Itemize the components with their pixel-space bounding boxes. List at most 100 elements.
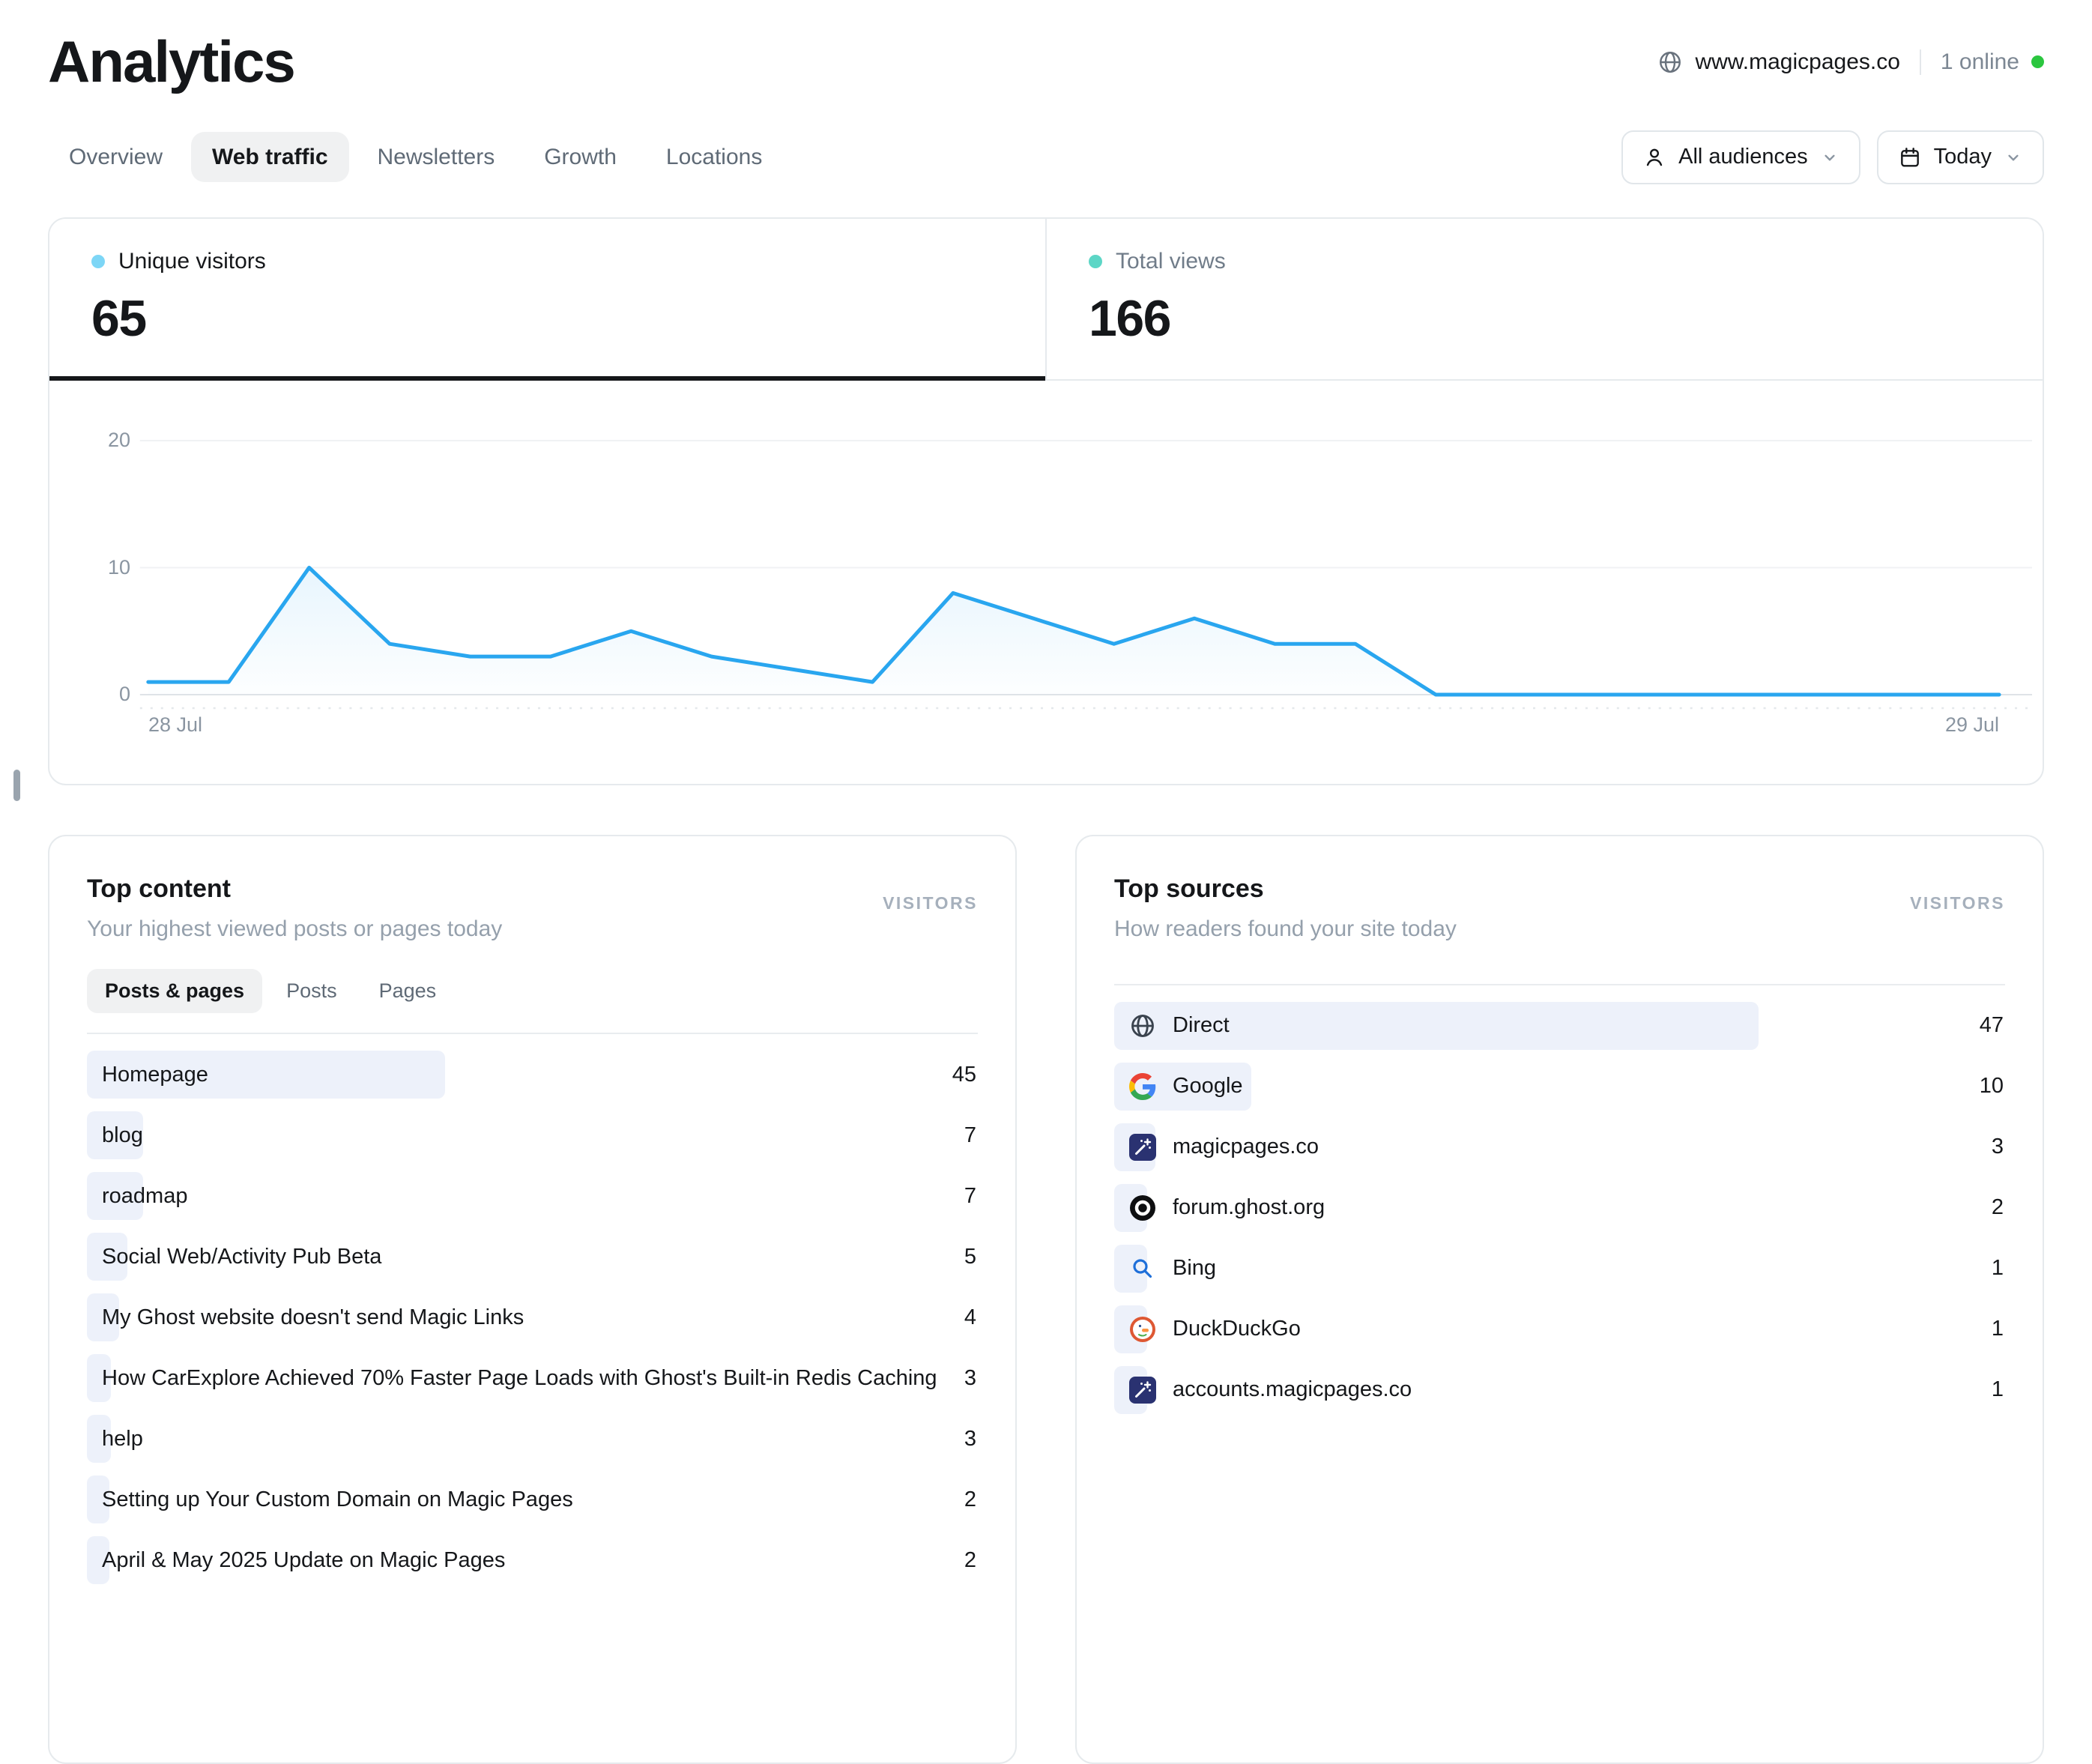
list-item-forum-ghost-org[interactable]: forum.ghost.org2	[1114, 1184, 2005, 1232]
list-item-google[interactable]: Google10	[1114, 1063, 2005, 1111]
card-title: Top sources	[1114, 874, 1457, 904]
list-item-help[interactable]: help3	[87, 1415, 978, 1463]
analytics-page: Analytics www.magicpages.co 1 online Ove…	[0, 0, 2092, 1569]
tab-locations[interactable]: Locations	[645, 132, 783, 182]
row-label: forum.ghost.org	[1114, 1194, 1992, 1221]
card-subtitle: How readers found your site today	[1114, 916, 1457, 942]
card-subtitle: Your highest viewed posts or pages today	[87, 916, 502, 942]
top-sources-header: Top sources How readers found your site …	[1114, 874, 2005, 942]
row-label: My Ghost website doesn't send Magic Link…	[87, 1305, 964, 1330]
list-item-homepage[interactable]: Homepage45	[87, 1051, 978, 1099]
x-axis-label-end: 29 Jul	[1945, 713, 1999, 737]
row-label: accounts.magicpages.co	[1114, 1377, 1992, 1404]
web-traffic-card: Unique visitors 65 Total views 166 20 10 0 …	[48, 217, 2044, 785]
row-label: blog	[87, 1123, 964, 1148]
chevron-down-icon	[1820, 148, 1839, 167]
filters: All audiences Today	[1621, 130, 2044, 184]
list-item-my-ghost-website-doesn-t-send-magic-links[interactable]: My Ghost website doesn't send Magic Link…	[87, 1293, 978, 1341]
visitors-column-header: VISITORS	[1910, 893, 2005, 913]
calendar-icon	[1898, 145, 1922, 169]
list-item-accounts-magicpages-co[interactable]: accounts.magicpages.co1	[1114, 1366, 2005, 1414]
date-filter-label: Today	[1934, 145, 1992, 169]
tab-overview[interactable]: Overview	[48, 132, 184, 182]
traffic-chart: 20 10 0 28 Jul 29 Jul	[49, 381, 2043, 784]
top-sources-list: Direct47 Google10 magicpages.co3 forum.ghos…	[1114, 1002, 2005, 1414]
globe-icon	[1129, 1012, 1156, 1039]
breakdown-cards: Top content Your highest viewed posts or…	[48, 835, 2044, 1764]
divider	[1114, 984, 2005, 985]
row-visitors: 7	[964, 1123, 978, 1148]
row-visitors: 45	[952, 1063, 978, 1087]
card-title: Top content	[87, 874, 502, 904]
row-label: roadmap	[87, 1184, 964, 1209]
content-tab-posts[interactable]: Posts	[268, 969, 355, 1014]
stat-label: Unique visitors	[91, 249, 1003, 274]
top-bar: Analytics www.magicpages.co 1 online	[48, 0, 2044, 93]
tab-web-traffic[interactable]: Web traffic	[191, 132, 348, 182]
row-visitors: 1	[1992, 1256, 2005, 1281]
x-axis-label-start: 28 Jul	[148, 713, 202, 737]
y-axis-tick: 10	[49, 558, 130, 578]
row-label: magicpages.co	[1114, 1134, 1992, 1161]
site-info: www.magicpages.co 1 online	[1657, 49, 2044, 75]
row-label: Bing	[1114, 1255, 1992, 1282]
online-count: 1 online	[1941, 49, 2019, 75]
top-content-list: Homepage45blog7roadmap7Social Web/Activi…	[87, 1051, 978, 1584]
row-visitors: 7	[964, 1184, 978, 1209]
stat-tab-unique-visitors[interactable]: Unique visitors 65	[49, 219, 1045, 379]
row-visitors: 1	[1992, 1317, 2005, 1341]
duckduckgo-favicon	[1129, 1316, 1156, 1343]
row-label: Google	[1114, 1073, 1980, 1100]
legend-dot	[91, 255, 105, 268]
chevron-down-icon	[2004, 148, 2023, 167]
visitors-column-header: VISITORS	[883, 893, 978, 913]
page-title: Analytics	[48, 31, 294, 93]
tab-growth[interactable]: Growth	[523, 132, 638, 182]
list-item-blog[interactable]: blog7	[87, 1111, 978, 1159]
audience-filter-label: All audiences	[1678, 145, 1808, 169]
row-visitors: 10	[1980, 1074, 2005, 1099]
bing-search-icon	[1129, 1255, 1156, 1282]
stat-tab-total-views[interactable]: Total views 166	[1045, 219, 2043, 379]
row-visitors: 1	[1992, 1377, 2005, 1402]
audience-filter-button[interactable]: All audiences	[1621, 130, 1860, 184]
scrollbar-thumb[interactable]	[13, 770, 20, 801]
row-visitors: 2	[964, 1487, 978, 1512]
list-item-bing[interactable]: Bing1	[1114, 1245, 2005, 1293]
list-item-april-may-2025-update-on-magic-pages[interactable]: April & May 2025 Update on Magic Pages2	[87, 1536, 978, 1584]
row-visitors: 4	[964, 1305, 978, 1330]
row-label: help	[87, 1427, 964, 1452]
tab-bar: OverviewWeb trafficNewslettersGrowthLoca…	[48, 132, 783, 182]
row-label: DuckDuckGo	[1114, 1316, 1992, 1343]
row-visitors: 47	[1980, 1013, 2005, 1038]
row-label: How CarExplore Achieved 70% Faster Page …	[87, 1366, 964, 1391]
row-visitors: 2	[1992, 1195, 2005, 1220]
stat-value: 65	[91, 289, 1003, 348]
list-item-direct[interactable]: Direct47	[1114, 1002, 2005, 1050]
stat-value: 166	[1089, 289, 2001, 348]
row-visitors: 3	[964, 1366, 978, 1391]
list-item-setting-up-your-custom-domain-on-magic-pages[interactable]: Setting up Your Custom Domain on Magic P…	[87, 1475, 978, 1523]
y-axis-tick: 0	[49, 684, 130, 704]
row-label: Direct	[1114, 1012, 1980, 1039]
date-filter-button[interactable]: Today	[1877, 130, 2044, 184]
top-content-header: Top content Your highest viewed posts or…	[87, 874, 978, 942]
row-visitors: 3	[1992, 1135, 2005, 1159]
list-item-how-carexplore-achieved-70-faster-page-loads-with-ghost-s-built-in-redis-caching[interactable]: How CarExplore Achieved 70% Faster Page …	[87, 1354, 978, 1402]
content-tab-posts-pages[interactable]: Posts & pages	[87, 969, 262, 1014]
magicpages-favicon	[1129, 1134, 1156, 1161]
list-item-social-web-activity-pub-beta[interactable]: Social Web/Activity Pub Beta5	[87, 1233, 978, 1281]
row-label: Social Web/Activity Pub Beta	[87, 1245, 964, 1269]
site-domain[interactable]: www.magicpages.co	[1695, 49, 1899, 75]
list-item-duckduckgo[interactable]: DuckDuckGo1	[1114, 1305, 2005, 1353]
top-content-card: Top content Your highest viewed posts or…	[48, 835, 1017, 1764]
stat-tabs: Unique visitors 65 Total views 166	[49, 219, 2043, 381]
content-tab-pages[interactable]: Pages	[361, 969, 455, 1014]
divider	[87, 1033, 978, 1034]
list-item-magicpages-co[interactable]: magicpages.co3	[1114, 1123, 2005, 1171]
area-chart	[49, 381, 2043, 784]
tab-newsletters[interactable]: Newsletters	[357, 132, 516, 182]
list-item-roadmap[interactable]: roadmap7	[87, 1172, 978, 1220]
divider	[1920, 49, 1921, 75]
stat-label: Total views	[1089, 249, 2001, 274]
